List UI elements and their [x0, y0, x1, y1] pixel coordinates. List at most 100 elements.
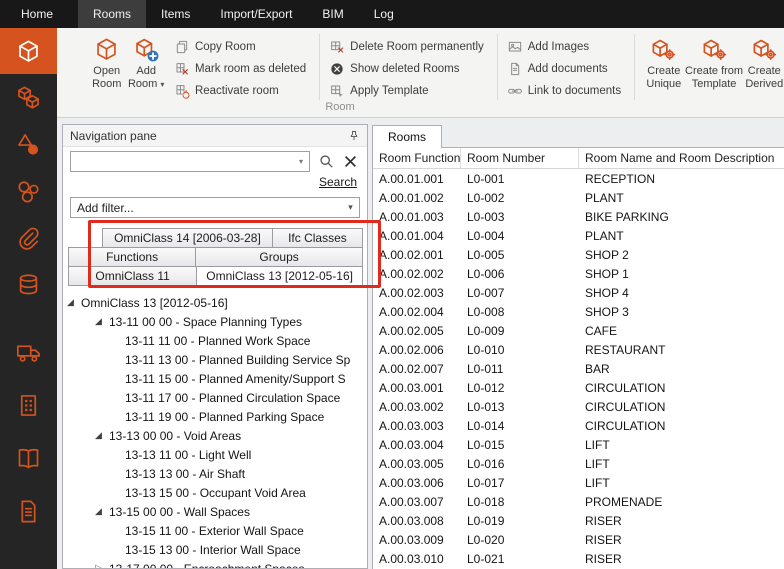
table-row[interactable]: A.00.02.005L0-009CAFE [373, 321, 784, 340]
search-history-chevron-down-icon[interactable]: ▾ [297, 157, 305, 166]
reactivate-room-button[interactable]: Reactivate room [174, 80, 310, 102]
collapsed-marker-icon[interactable]: ▷ [95, 563, 109, 569]
spheres-icon [15, 178, 42, 205]
tree-node-13-13-00-00-void-areas[interactable]: ◢13-13 00 00 - Void Areas [63, 426, 367, 445]
table-row[interactable]: A.00.03.006L0-017LIFT [373, 473, 784, 492]
copy-room-button[interactable]: Copy Room [174, 36, 310, 58]
table-row[interactable]: A.00.02.004L0-008SHOP 3 [373, 302, 784, 321]
table-row[interactable]: A.00.02.002L0-006SHOP 1 [373, 264, 784, 283]
table-cell: L0-004 [461, 226, 579, 245]
table-row[interactable]: A.00.03.009L0-020RISER [373, 530, 784, 549]
table-row[interactable]: A.00.02.007L0-011BAR [373, 359, 784, 378]
sidebar-item-attachments[interactable] [0, 215, 57, 262]
sidebar-item-shapes[interactable] [0, 121, 57, 168]
sidebar-item-spheres[interactable] [0, 168, 57, 215]
class-tab-functions[interactable]: Functions [68, 247, 196, 267]
tree-node-13-11-17-00-planned-circulation-space[interactable]: 13-11 17 00 - Planned Circulation Space [63, 388, 367, 407]
expanded-marker-icon[interactable]: ◢ [67, 297, 81, 308]
tree-node-13-13-15-00-occupant-void-area[interactable]: 13-13 15 00 - Occupant Void Area [63, 483, 367, 502]
menu-item-import-export[interactable]: Import/Export [205, 0, 307, 28]
table-cell: L0-010 [461, 340, 579, 359]
table-row[interactable]: A.00.03.001L0-012CIRCULATION [373, 378, 784, 397]
delete-permanently-icon [329, 39, 345, 55]
table-row[interactable]: A.00.03.008L0-019RISER [373, 511, 784, 530]
apply-template-button[interactable]: Apply Template [329, 80, 488, 102]
table-row[interactable]: A.00.02.001L0-005SHOP 2 [373, 245, 784, 264]
add-room-button[interactable]: AddRoom ▾ [126, 28, 165, 91]
table-cell: A.00.02.005 [373, 321, 461, 340]
table-row[interactable]: A.00.01.004L0-004PLANT [373, 226, 784, 245]
sidebar-item-reports[interactable] [0, 435, 57, 482]
search-input[interactable] [75, 155, 297, 169]
add-images-button[interactable]: Add Images [507, 36, 625, 58]
tree-node-13-17-00-00-encroachment-spaces[interactable]: ▷13-17 00 00 - Encroachment Spaces [63, 559, 367, 569]
tree-node-13-13-11-00-light-well[interactable]: 13-13 11 00 - Light Well [63, 445, 367, 464]
tree-node-omniclass-13-2012-05-16[interactable]: ◢OmniClass 13 [2012-05-16] [63, 293, 367, 312]
tree-node-13-11-19-00-planned-parking-space[interactable]: 13-11 19 00 - Planned Parking Space [63, 407, 367, 426]
mark-room-as-deleted-button[interactable]: Mark room as deleted [174, 58, 310, 80]
create-from-template-label: Create fromTemplate [685, 65, 743, 91]
table-cell: A.00.01.002 [373, 188, 461, 207]
table-row[interactable]: A.00.02.003L0-007SHOP 4 [373, 283, 784, 302]
link-to-documents-button[interactable]: Link to documents [507, 80, 625, 102]
sidebar-item-rooms[interactable] [0, 28, 57, 74]
search-link[interactable]: Search [73, 175, 357, 189]
table-row[interactable]: A.00.01.002L0-002PLANT [373, 188, 784, 207]
sidebar-item-logistics[interactable] [0, 329, 57, 376]
pin-icon[interactable] [348, 130, 360, 142]
column-header-room-number[interactable]: Room Number [461, 148, 579, 168]
sidebar-item-buildings[interactable] [0, 382, 57, 429]
items-cubes-icon [15, 84, 42, 111]
sidebar-item-database[interactable] [0, 262, 57, 309]
menu-item-log[interactable]: Log [359, 0, 409, 28]
table-row[interactable]: A.00.03.003L0-014CIRCULATION [373, 416, 784, 435]
menu-item-items[interactable]: Items [146, 0, 205, 28]
class-tab-omniclass-14-2006-03-28[interactable]: OmniClass 14 [2006-03-28] [102, 228, 273, 248]
show-deleted-rooms-button[interactable]: Show deleted Rooms [329, 58, 488, 80]
menu-item-bim[interactable]: BIM [307, 0, 358, 28]
tree-node-13-11-13-00-planned-building-service-sp[interactable]: 13-11 13 00 - Planned Building Service S… [63, 350, 367, 369]
table-cell: L0-016 [461, 454, 579, 473]
delete-room-permanently-button[interactable]: Delete Room permanently [329, 36, 488, 58]
open-room-icon [93, 36, 120, 63]
class-tab-omniclass-13-2012-05-16[interactable]: OmniClass 13 [2012-05-16] [196, 266, 363, 286]
menu-item-home[interactable]: Home [6, 0, 68, 28]
table-row[interactable]: A.00.02.006L0-010RESTAURANT [373, 340, 784, 359]
table-row[interactable]: A.00.03.010L0-021RISER [373, 549, 784, 568]
clear-search-icon[interactable] [343, 154, 358, 169]
table-row[interactable]: A.00.03.004L0-015LIFT [373, 435, 784, 454]
class-tab-groups[interactable]: Groups [195, 247, 363, 267]
tree-node-13-15-13-00-interior-wall-space[interactable]: 13-15 13 00 - Interior Wall Space [63, 540, 367, 559]
create-from-template-button[interactable]: Create fromTemplate [684, 28, 745, 91]
sidebar-item-items[interactable] [0, 74, 57, 121]
add-documents-button[interactable]: Add documents [507, 58, 625, 80]
tree-node-13-11-15-00-planned-amenity-support-s[interactable]: 13-11 15 00 - Planned Amenity/Support S [63, 369, 367, 388]
menu-item-rooms[interactable]: Rooms [78, 0, 146, 28]
table-row[interactable]: A.00.01.003L0-003BIKE PARKING [373, 207, 784, 226]
expanded-marker-icon[interactable]: ◢ [95, 430, 109, 441]
tree-node-13-15-00-00-wall-spaces[interactable]: ◢13-15 00 00 - Wall Spaces [63, 502, 367, 521]
class-tab-omniclass-11[interactable]: OmniClass 11 [68, 266, 197, 286]
create-unique-button[interactable]: CreateUnique [644, 28, 683, 91]
search-icon[interactable] [319, 154, 334, 169]
tree-node-13-15-11-00-exterior-wall-space[interactable]: 13-15 11 00 - Exterior Wall Space [63, 521, 367, 540]
expanded-marker-icon[interactable]: ◢ [95, 506, 109, 517]
tree-node-13-13-13-00-air-shaft[interactable]: 13-13 13 00 - Air Shaft [63, 464, 367, 483]
class-tab-ifc-classes[interactable]: Ifc Classes [272, 228, 363, 248]
expanded-marker-icon[interactable]: ◢ [95, 316, 109, 327]
table-row[interactable]: A.00.03.002L0-013CIRCULATION [373, 397, 784, 416]
create-derived-button[interactable]: CreateDerived [745, 28, 784, 91]
sidebar-item-documents[interactable] [0, 488, 57, 535]
tree-node-13-11-11-00-planned-work-space[interactable]: 13-11 11 00 - Planned Work Space [63, 331, 367, 350]
tree-node-label: 13-11 17 00 - Planned Circulation Space [125, 391, 340, 405]
table-row[interactable]: A.00.03.005L0-016LIFT [373, 454, 784, 473]
table-row[interactable]: A.00.03.007L0-018PROMENADE [373, 492, 784, 511]
table-row[interactable]: A.00.01.001L0-001RECEPTION [373, 169, 784, 188]
rooms-panel-tab[interactable]: Rooms [372, 125, 442, 148]
column-header-room-name-and-room-description[interactable]: Room Name and Room Description [579, 148, 784, 168]
column-header-room-function[interactable]: Room Function #: [373, 148, 461, 168]
tree-node-13-11-00-00-space-planning-types[interactable]: ◢13-11 00 00 - Space Planning Types [63, 312, 367, 331]
add-filter-dropdown[interactable]: Add filter... ▾ [70, 197, 360, 218]
open-room-button[interactable]: OpenRoom [87, 28, 126, 91]
table-cell: A.00.03.009 [373, 530, 461, 549]
